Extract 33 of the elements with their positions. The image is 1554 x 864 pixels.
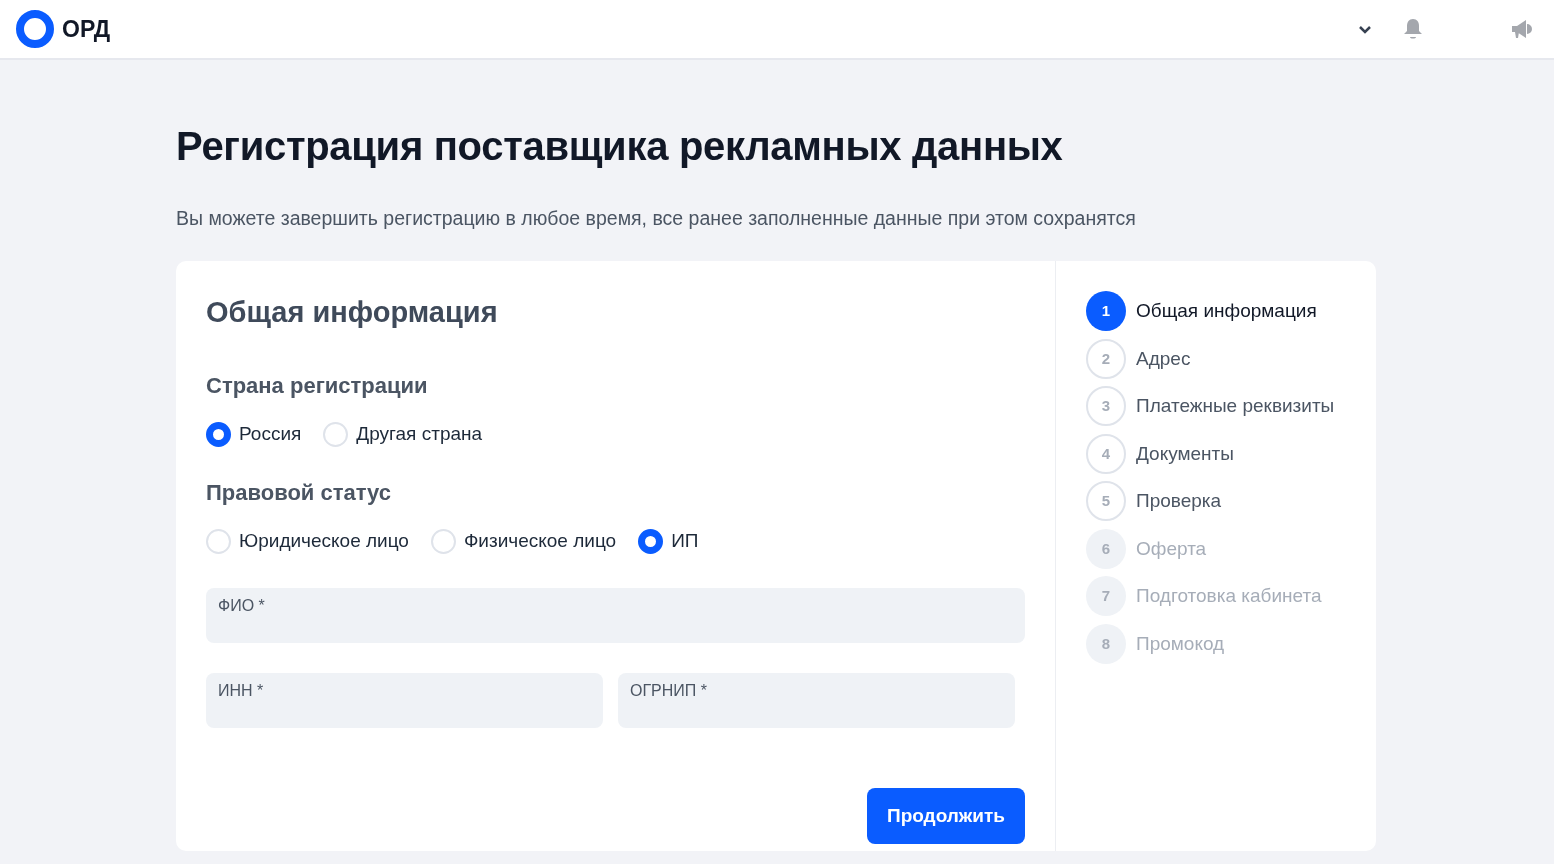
radio-option[interactable]: Юридическое лицо <box>206 527 409 556</box>
input-field[interactable]: ОГРНИП * <box>618 672 1015 728</box>
logo-text: ОРД <box>62 14 111 44</box>
input-field[interactable]: ФИО * <box>206 587 1025 643</box>
group-label: Страна регистрации <box>206 371 429 400</box>
step-label[interactable]: Документы <box>1136 439 1234 468</box>
page-title: Регистрация поставщика рекламных данных <box>176 123 1064 170</box>
bell-icon[interactable] <box>1402 17 1424 41</box>
radio-button[interactable] <box>206 421 231 447</box>
continue-button[interactable]: Продолжить <box>866 787 1025 845</box>
group-label: Правовой статус <box>206 479 392 508</box>
input-field[interactable]: ИНН * <box>206 672 603 728</box>
chevron-down-icon[interactable] <box>1358 24 1372 34</box>
megaphone-icon[interactable] <box>1510 17 1534 41</box>
step-label: Оферта <box>1136 536 1207 561</box>
step-label[interactable]: Адрес <box>1136 344 1191 373</box>
radio-option[interactable]: Другая страна <box>323 419 483 449</box>
page-subtitle: Вы можете завершить регистрацию в любое время, все ранее заполненные данные при этом сохранятся <box>176 206 1137 231</box>
step-number: 7 <box>1086 576 1126 617</box>
step-number: 8 <box>1086 623 1126 664</box>
step-label[interactable]: Проверка <box>1136 487 1222 516</box>
step-number[interactable]: 1 <box>1086 291 1126 332</box>
step-label: Подготовка кабинета <box>1136 584 1322 608</box>
radio-option[interactable]: Физическое лицо <box>430 527 617 556</box>
radio-option[interactable]: ИП <box>638 527 699 556</box>
step-number: 6 <box>1086 528 1126 569</box>
section-heading: Общая информация <box>206 295 499 331</box>
logo-icon <box>16 10 54 48</box>
step-label: Промокод <box>1136 631 1225 656</box>
radio-button[interactable] <box>638 529 664 554</box>
step-label[interactable]: Платежные реквизиты <box>1136 392 1335 421</box>
step-label[interactable]: Общая информация <box>1136 297 1317 326</box>
radio-option[interactable]: Россия <box>206 419 302 449</box>
